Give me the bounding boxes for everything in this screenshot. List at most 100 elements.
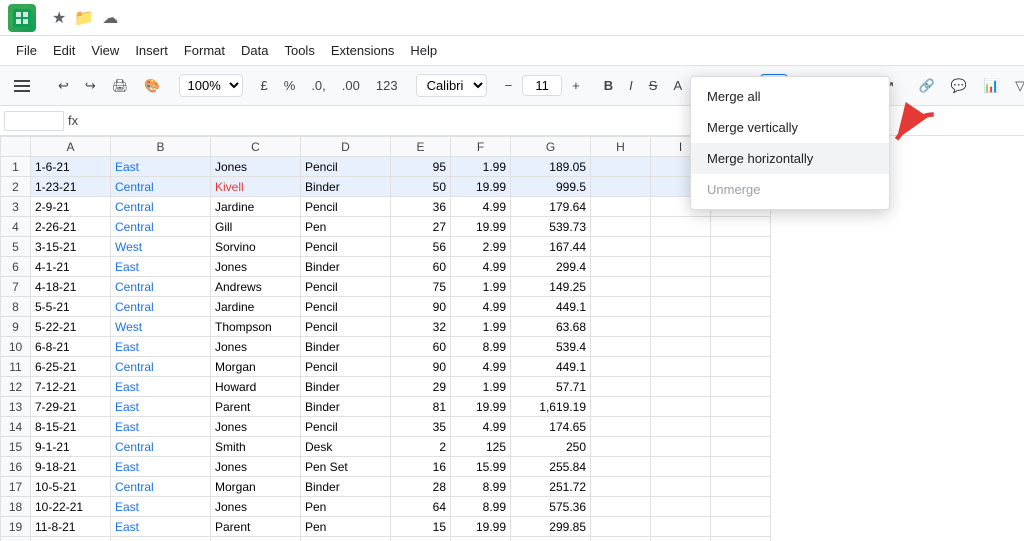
cell-d5[interactable]: Pencil (301, 237, 391, 257)
cell-empty-15-0[interactable] (591, 437, 651, 457)
cell-empty-1-1[interactable] (651, 157, 711, 177)
cell-f15[interactable]: 125 (451, 437, 511, 457)
cell-empty-11-1[interactable] (651, 357, 711, 377)
row-header-1[interactable]: 1 (1, 157, 31, 177)
row-header-10[interactable]: 10 (1, 337, 31, 357)
row-header-6[interactable]: 6 (1, 257, 31, 277)
bold-button[interactable]: B (598, 74, 619, 97)
cell-e14[interactable]: 35 (391, 417, 451, 437)
menu-file[interactable]: File (8, 39, 45, 62)
cell-empty-15-2[interactable] (711, 437, 771, 457)
cell-empty-14-2[interactable] (711, 417, 771, 437)
cell-empty-1-0[interactable] (591, 157, 651, 177)
cell-f11[interactable]: 4.99 (451, 357, 511, 377)
menu-insert[interactable]: Insert (127, 39, 176, 62)
redo-button[interactable]: ↪ (79, 74, 102, 98)
cell-empty-2-1[interactable] (651, 177, 711, 197)
cell-b15[interactable]: Central (111, 437, 211, 457)
cell-e6[interactable]: 60 (391, 257, 451, 277)
cell-b1[interactable]: East (111, 157, 211, 177)
cell-empty-17-1[interactable] (651, 477, 711, 497)
cell-b11[interactable]: Central (111, 357, 211, 377)
cell-b13[interactable]: East (111, 397, 211, 417)
cell-f16[interactable]: 15.99 (451, 457, 511, 477)
col-header-F[interactable]: F (451, 137, 511, 157)
cell-g11[interactable]: 449.1 (511, 357, 591, 377)
cell-f10[interactable]: 8.99 (451, 337, 511, 357)
cell-d17[interactable]: Binder (301, 477, 391, 497)
row-header-5[interactable]: 5 (1, 237, 31, 257)
cell-g16[interactable]: 255.84 (511, 457, 591, 477)
cell-empty-18-0[interactable] (591, 497, 651, 517)
cell-e3[interactable]: 36 (391, 197, 451, 217)
cell-c4[interactable]: Gill (211, 217, 301, 237)
cell-e15[interactable]: 2 (391, 437, 451, 457)
cell-d16[interactable]: Pen Set (301, 457, 391, 477)
cell-g3[interactable]: 179.64 (511, 197, 591, 217)
cell-empty-7-2[interactable] (711, 277, 771, 297)
cell-c12[interactable]: Howard (211, 377, 301, 397)
col-header-G[interactable]: G (511, 137, 591, 157)
cell-c15[interactable]: Smith (211, 437, 301, 457)
align-left-button[interactable]: ≡ (800, 74, 820, 97)
cloud-icon[interactable]: ☁ (102, 8, 118, 28)
cell-c14[interactable]: Jones (211, 417, 301, 437)
menu-view[interactable]: View (83, 39, 127, 62)
cell-b14[interactable]: East (111, 417, 211, 437)
font-select[interactable]: Calibri (416, 74, 487, 97)
cell-e7[interactable]: 75 (391, 277, 451, 297)
cell-a15[interactable]: 9-1-21 (31, 437, 111, 457)
cell-b3[interactable]: Central (111, 197, 211, 217)
row-header-7[interactable]: 7 (1, 277, 31, 297)
row-header-2[interactable]: 2 (1, 177, 31, 197)
cell-empty-4-2[interactable] (711, 217, 771, 237)
cell-e4[interactable]: 27 (391, 217, 451, 237)
cell-d10[interactable]: Binder (301, 337, 391, 357)
cell-empty-11-2[interactable] (711, 357, 771, 377)
italic-button[interactable]: I (623, 74, 639, 97)
menu-tools[interactable]: Tools (276, 39, 322, 62)
row-header-18[interactable]: 18 (1, 497, 31, 517)
cell-a1[interactable]: 1-6-21 (31, 157, 111, 177)
number-format-button[interactable]: 123 (370, 74, 404, 97)
col-header-D[interactable]: D (301, 137, 391, 157)
strikethrough-button[interactable]: S (643, 74, 664, 97)
col-header-E[interactable]: E (391, 137, 451, 157)
decimal-dec-button[interactable]: .0, (305, 74, 331, 97)
cell-empty-5-0[interactable] (591, 237, 651, 257)
wrap-button[interactable]: ↵ (851, 74, 874, 98)
cell-g20[interactable]: 479.04 (511, 537, 591, 541)
cell-empty-9-2[interactable] (711, 317, 771, 337)
cell-b9[interactable]: West (111, 317, 211, 337)
col-header-row[interactable] (1, 137, 31, 157)
cell-g13[interactable]: 1,619.19 (511, 397, 591, 417)
cell-a14[interactable]: 8-15-21 (31, 417, 111, 437)
merge-button[interactable]: ⊟▾ (760, 74, 789, 97)
borders-button[interactable]: ⊞ (733, 74, 756, 98)
cell-empty-5-1[interactable] (651, 237, 711, 257)
row-header-4[interactable]: 4 (1, 217, 31, 237)
cell-f6[interactable]: 4.99 (451, 257, 511, 277)
cell-a10[interactable]: 6-8-21 (31, 337, 111, 357)
cell-a6[interactable]: 4-1-21 (31, 257, 111, 277)
cell-a17[interactable]: 10-5-21 (31, 477, 111, 497)
cell-d15[interactable]: Desk (301, 437, 391, 457)
cell-empty-12-0[interactable] (591, 377, 651, 397)
cell-empty-16-1[interactable] (651, 457, 711, 477)
cell-c6[interactable]: Jones (211, 257, 301, 277)
cell-c3[interactable]: Jardine (211, 197, 301, 217)
cell-b12[interactable]: East (111, 377, 211, 397)
cell-reference[interactable] (4, 111, 64, 131)
cell-g12[interactable]: 57.71 (511, 377, 591, 397)
cell-empty-16-2[interactable] (711, 457, 771, 477)
cell-d20[interactable]: Pen Set (301, 537, 391, 541)
cell-e9[interactable]: 32 (391, 317, 451, 337)
row-header-16[interactable]: 16 (1, 457, 31, 477)
folder-icon[interactable]: 📁 (74, 8, 94, 28)
cell-a9[interactable]: 5-22-21 (31, 317, 111, 337)
menu-extensions[interactable]: Extensions (323, 39, 403, 62)
row-header-20[interactable]: 20 (1, 537, 31, 541)
cell-g5[interactable]: 167.44 (511, 237, 591, 257)
cell-a13[interactable]: 7-29-21 (31, 397, 111, 417)
cell-g14[interactable]: 174.65 (511, 417, 591, 437)
